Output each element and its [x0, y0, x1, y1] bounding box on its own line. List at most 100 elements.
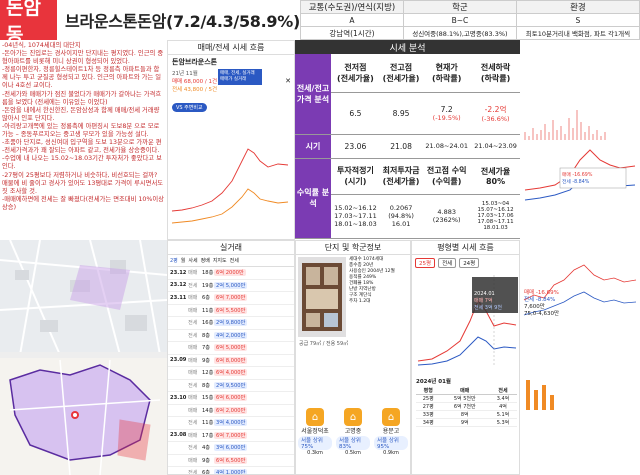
size-price-cell: 4억: [488, 402, 517, 411]
transaction-row[interactable]: 매매 12층 6억 4,000만: [168, 367, 294, 380]
size-price-cell: 3.4억: [488, 394, 517, 403]
size-price-chart: [416, 275, 518, 367]
transaction-row[interactable]: 전세 4층 3억 6,000만: [168, 442, 294, 455]
transaction-row[interactable]: 23.12 매매 18층 6억 2000만: [168, 267, 294, 280]
tx-price: 6억 2,000만: [214, 406, 248, 414]
analysis-val: 15.03~04 15.07~16.12 17.03~17.06 17.08~1…: [471, 194, 520, 239]
school-card[interactable]: ⌂ 용문고 서울 상위 95% 0.9km: [374, 408, 408, 456]
note-item: -돈암을 내에서 한신한진, 돈암삼성과 함께 매매/전세 거래량 많아시 인포…: [2, 106, 160, 122]
rent-drop-rate: (-36.6%): [481, 114, 510, 123]
school-header: 단지 및 학군정보: [296, 241, 410, 255]
trade-header: 매매/전세 시세 흐름: [168, 41, 294, 55]
transaction-row[interactable]: 23.12 전세 19층 2억 5,000만: [168, 280, 294, 292]
tab-rent[interactable]: 전세: [230, 257, 239, 264]
info-key: 세대수: [349, 257, 362, 262]
tx-price: 2억 9,800만: [214, 319, 248, 327]
transaction-row[interactable]: 23.08 매매 17층 6억 7,000만: [168, 430, 294, 442]
tx-type: 매매: [188, 307, 198, 314]
tx-price: 2억 5,000만: [214, 281, 248, 289]
school-icon: ⌂: [306, 408, 324, 426]
analysis-side-label: 수익률 분석: [295, 158, 331, 239]
analysis-val: 21.08~24.01: [422, 134, 472, 159]
tx-price: 6억 2000만: [214, 269, 246, 277]
tab-sort[interactable]: 정배: [201, 257, 210, 264]
district-badge: 돈암동: [0, 0, 58, 46]
transaction-row[interactable]: 23.09 매매 9층 6억 8,000만: [168, 355, 294, 367]
tx-type: 전세: [188, 332, 198, 339]
floorplan-image[interactable]: [298, 257, 346, 337]
price-header: 평형별 시세 흐름: [412, 241, 519, 255]
transaction-row[interactable]: 매매 11층 6억 5,500만: [168, 305, 294, 317]
tx-price: 6억 6,500만: [214, 456, 248, 464]
tx-type: 매매: [188, 270, 198, 277]
complex-school-panel: 단지 및 학군정보 세대수 1074세대 총수층 20년 사용승인 2004년 …: [295, 240, 411, 475]
trade-rent-price: 전세 43,800 / 5건: [172, 87, 218, 93]
tx-floor: 19층: [202, 282, 214, 289]
transaction-row[interactable]: 23.11 매매 6층 6억 7,000만: [168, 292, 294, 305]
tx-floor: 11층: [202, 420, 214, 427]
size-price-row[interactable]: 34평 9억 5.3억: [416, 418, 517, 427]
size-price-row[interactable]: 27평 6억 7천만 4억: [416, 402, 517, 411]
floorplan-caption: 공급 79㎡ / 전용 59㎡: [299, 341, 349, 347]
tx-date: 23.11: [170, 294, 187, 301]
tx-price: 4억 1,000만: [214, 469, 248, 475]
tx-type: 매매: [188, 395, 198, 402]
tab-price[interactable]: 사세: [188, 257, 197, 264]
transaction-row[interactable]: 전세 16층 2억 9,800만: [168, 317, 294, 330]
location-map[interactable]: [0, 240, 167, 475]
transaction-row[interactable]: 매매 9층 6억 6,500만: [168, 455, 294, 467]
note-item: -정릉이편한자, 정릉힐스테이트1차 등 정릉측 아파트들과 함께 나누 투고 …: [2, 66, 162, 90]
tx-floor: 17층: [202, 432, 214, 439]
trend-price-2: 75,0-4,630만: [524, 311, 560, 317]
trade-apt-name: 돈암브라운스톤: [172, 58, 218, 66]
price-date: 2024년 01월: [416, 379, 451, 385]
transaction-row[interactable]: 전세 8층 4억 2,000만: [168, 330, 294, 342]
info-detail-school: 성신여중(88.1%),고명중(83.3%): [402, 26, 517, 40]
school-name: 용문고: [382, 428, 400, 435]
tab-area[interactable]: 2평: [170, 257, 178, 264]
apt-title: 브라운스톤돈암(7.2/4.3/58.9%): [65, 12, 300, 31]
trend-price-1: 7,600만: [524, 304, 545, 310]
transaction-row[interactable]: 매매 7층 6억 5,000만: [168, 342, 294, 355]
size-button[interactable]: 24평: [459, 258, 480, 268]
analysis-head: 최저투자금 (전세가율): [379, 158, 423, 195]
tab-map[interactable]: 지지도: [213, 257, 227, 264]
analysis-head: 전저점 (전세가율): [331, 54, 380, 93]
close-icon[interactable]: ✕: [285, 77, 291, 85]
size-price-row[interactable]: 33평 8억 5.1억: [416, 410, 517, 419]
info-val: 18%: [363, 281, 374, 286]
school-card[interactable]: ⌂ 고명중 서울 상위 83% 0.5km: [336, 408, 370, 456]
size-price-cell: 5.3억: [488, 418, 517, 427]
info-detail-env: 최토10분거리내 백화점, 파트 각1개씩: [515, 26, 640, 40]
analysis-notes: -04년식, 1074세대의 대단지 -돈아가는 진입로는 경사이지만 단지내는…: [0, 40, 167, 240]
analysis-header: 시세 분석: [295, 40, 520, 54]
current-drop: (-19.5%): [432, 113, 461, 122]
size-price-cell: 8억: [440, 410, 489, 419]
map-canvas: [0, 240, 167, 475]
col-head: 전세: [488, 387, 517, 395]
tx-floor: 11층: [202, 307, 214, 314]
transaction-row[interactable]: 전세 6층 4억 1,000만: [168, 467, 294, 475]
info-table: 교통(수도권)/연식(지방) 학군 환경 A B~C S 강남역(1시간) 성신…: [300, 0, 640, 40]
school-card[interactable]: ⌂ 서울정덕초 서울 상위 75% 0.3km: [298, 408, 332, 456]
info-val: 249%: [363, 275, 377, 280]
tx-type: 매매: [188, 345, 198, 352]
transaction-row[interactable]: 전세 8층 2억 9,500만: [168, 380, 294, 392]
info-key: 건폐율: [349, 281, 362, 286]
tx-price: 6억 5,000만: [214, 344, 248, 352]
size-price-row[interactable]: 25평 5억 5천만 3.4억: [416, 394, 517, 403]
tx-date: 23.10: [170, 394, 187, 401]
analysis-val: 7.2 (-19.5%): [422, 92, 472, 135]
transaction-row[interactable]: 매매 14층 6억 2,000만: [168, 405, 294, 417]
tab-month[interactable]: 월: [181, 257, 186, 264]
analysis-val: 21.04~23.09: [471, 134, 520, 159]
transaction-row[interactable]: 전세 11층 3억 4,000만: [168, 417, 294, 430]
size-button[interactable]: 25평: [415, 258, 436, 268]
note-item: -27평이 25평보다 저렴하거나 비슷하다, 비선호되는 걸까? 매물에 비 …: [2, 171, 164, 195]
analysis-head: 전고점 (전세가율): [379, 54, 423, 93]
tx-price: 6억 6,000만: [214, 394, 248, 402]
size-price-cell: 25평: [416, 394, 441, 403]
transaction-row[interactable]: 23.10 매매 15층 6억 6,000만: [168, 392, 294, 405]
compare-button[interactable]: VS 주변비교: [172, 103, 207, 112]
type-button[interactable]: 전세: [438, 258, 457, 268]
